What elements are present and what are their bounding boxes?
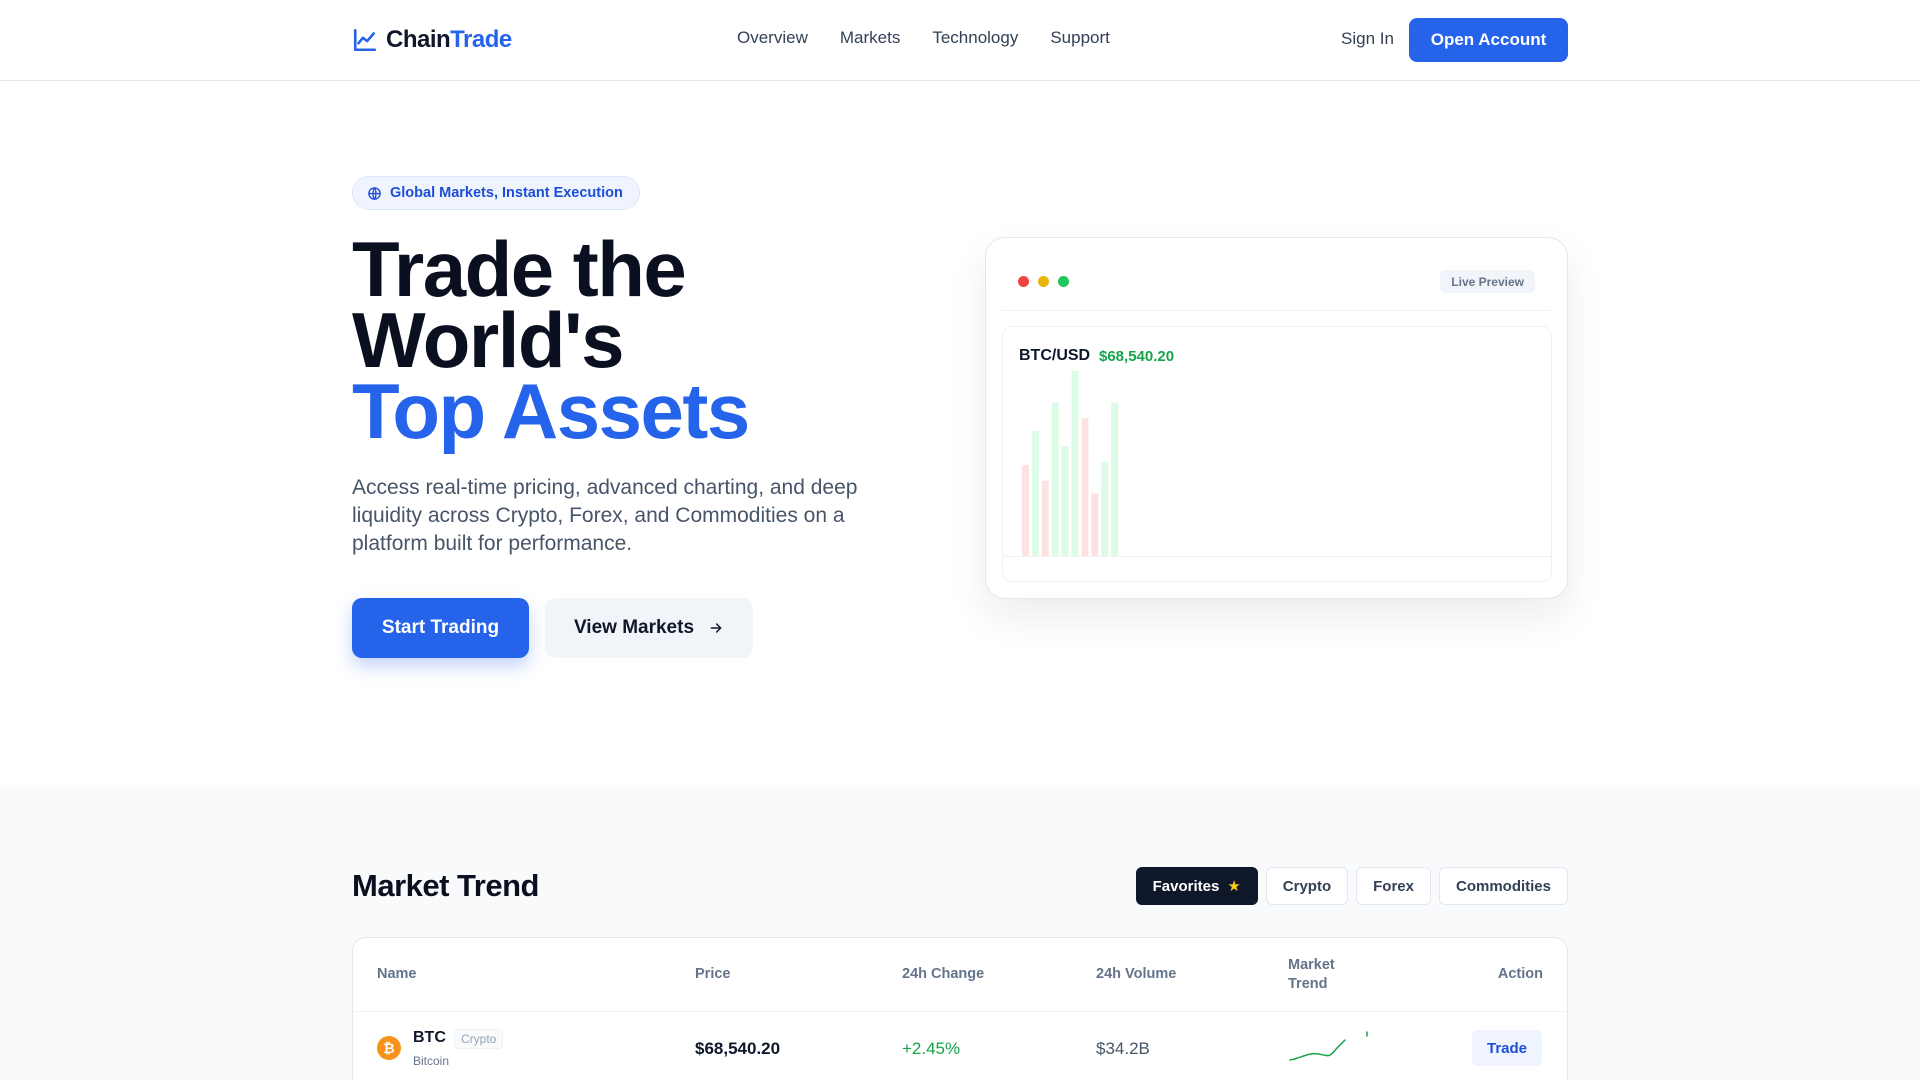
nav-links: Overview Markets Technology Support xyxy=(737,28,1110,48)
column-header-price: Price xyxy=(695,966,731,982)
nav-link-markets[interactable]: Markets xyxy=(840,28,900,48)
asset-change: +2.45% xyxy=(902,1039,961,1058)
divider xyxy=(1002,310,1551,311)
open-account-button[interactable]: Open Account xyxy=(1409,18,1568,62)
chart-bar xyxy=(1091,493,1099,556)
pair-price: $68,540.20 xyxy=(1099,348,1175,365)
green-dot-icon xyxy=(1058,276,1069,287)
logo-text-chain: Chain xyxy=(386,26,451,53)
view-markets-button[interactable]: View Markets xyxy=(545,598,753,658)
chart-bar xyxy=(1111,402,1119,556)
nav-link-support[interactable]: Support xyxy=(1050,28,1110,48)
market-trend-title: Market Trend xyxy=(352,868,539,903)
sparkline xyxy=(1289,1031,1368,1061)
column-header-action: Action xyxy=(1497,966,1543,982)
market-table: Name Price 24h Change 24h Volume Market … xyxy=(352,937,1568,1080)
tab-commodities[interactable]: Commodities xyxy=(1438,867,1568,905)
column-header-trend: Market Trend xyxy=(1288,956,1335,992)
start-trading-button[interactable]: Start Trading xyxy=(352,598,529,658)
chart-bar xyxy=(1051,402,1059,556)
column-header-change: 24h Change xyxy=(902,966,985,982)
tab-forex[interactable]: Forex xyxy=(1356,867,1431,905)
red-dot-icon xyxy=(1018,276,1029,287)
logo[interactable]: ChainTrade xyxy=(352,24,512,56)
price-chart: BTC/USD $68,540.20 xyxy=(1002,326,1552,582)
tab-favorites[interactable]: Favorites ★ xyxy=(1135,867,1258,905)
asset-symbol: BTC xyxy=(413,1029,446,1046)
hero-badge-text: Global Markets, Instant Execution xyxy=(390,185,623,201)
star-icon: ★ xyxy=(1227,878,1241,895)
nav-link-technology[interactable]: Technology xyxy=(932,28,1018,48)
market-tabs: Favorites ★ Crypto Forex Commodities xyxy=(1135,867,1568,905)
arrow-right-icon xyxy=(710,623,722,633)
globe-icon xyxy=(368,186,381,200)
bitcoin-icon: ₿ xyxy=(377,1036,401,1060)
hero-description: Access real-time pricing, advanced chart… xyxy=(352,476,858,555)
yellow-dot-icon xyxy=(1038,276,1049,287)
table-row[interactable]: ₿ BTC Crypto Bitcoin $68,540.20 +2.45% $… xyxy=(353,1012,1567,1080)
chart-baseline xyxy=(1003,556,1551,557)
column-header-name: Name xyxy=(377,966,417,982)
column-header-volume: 24h Volume xyxy=(1096,966,1177,982)
asset-price: $68,540.20 xyxy=(695,1039,781,1058)
chart-bar xyxy=(1022,465,1029,556)
pair-label: BTC/USD xyxy=(1019,347,1091,364)
live-preview-card: Live Preview BTC/USD $68,540.20 xyxy=(985,237,1568,599)
hero-title-accent: Top Assets xyxy=(352,367,750,455)
top-nav: ChainTrade Overview Markets Technology S… xyxy=(0,0,1920,81)
sign-in-link[interactable]: Sign In xyxy=(1341,29,1394,49)
hero-badge: Global Markets, Instant Execution xyxy=(352,176,640,210)
tab-favorites-label: Favorites xyxy=(1152,877,1220,895)
chart-bar xyxy=(1041,480,1049,556)
asset-name: Bitcoin xyxy=(413,1054,450,1068)
chart-bar xyxy=(1081,418,1089,556)
chart-line-icon xyxy=(353,28,377,52)
asset-category-badge: Crypto xyxy=(454,1029,504,1049)
logo-text-trade: Trade xyxy=(450,26,512,53)
chart-bar xyxy=(1061,446,1069,556)
live-preview-badge: Live Preview xyxy=(1440,270,1535,293)
hero-title-line1: Trade the xyxy=(352,225,687,313)
hero-title-line2: World's xyxy=(352,296,624,384)
trade-button[interactable]: Trade xyxy=(1472,1030,1542,1066)
chart-bar xyxy=(1071,371,1079,556)
nav-link-overview[interactable]: Overview xyxy=(737,28,808,48)
market-trend-section: Market Trend Favorites ★ Crypto Forex Co… xyxy=(0,785,1920,1080)
hero-title: Trade the World's Top Assets xyxy=(352,225,750,455)
asset-volume: $34.2B xyxy=(1096,1039,1150,1058)
tab-crypto[interactable]: Crypto xyxy=(1265,867,1349,905)
window-dots xyxy=(1018,276,1069,287)
view-markets-label: View Markets xyxy=(573,617,695,638)
bar-chart xyxy=(1022,371,1119,556)
chart-bar xyxy=(1101,462,1109,556)
chart-bar xyxy=(1031,430,1039,556)
